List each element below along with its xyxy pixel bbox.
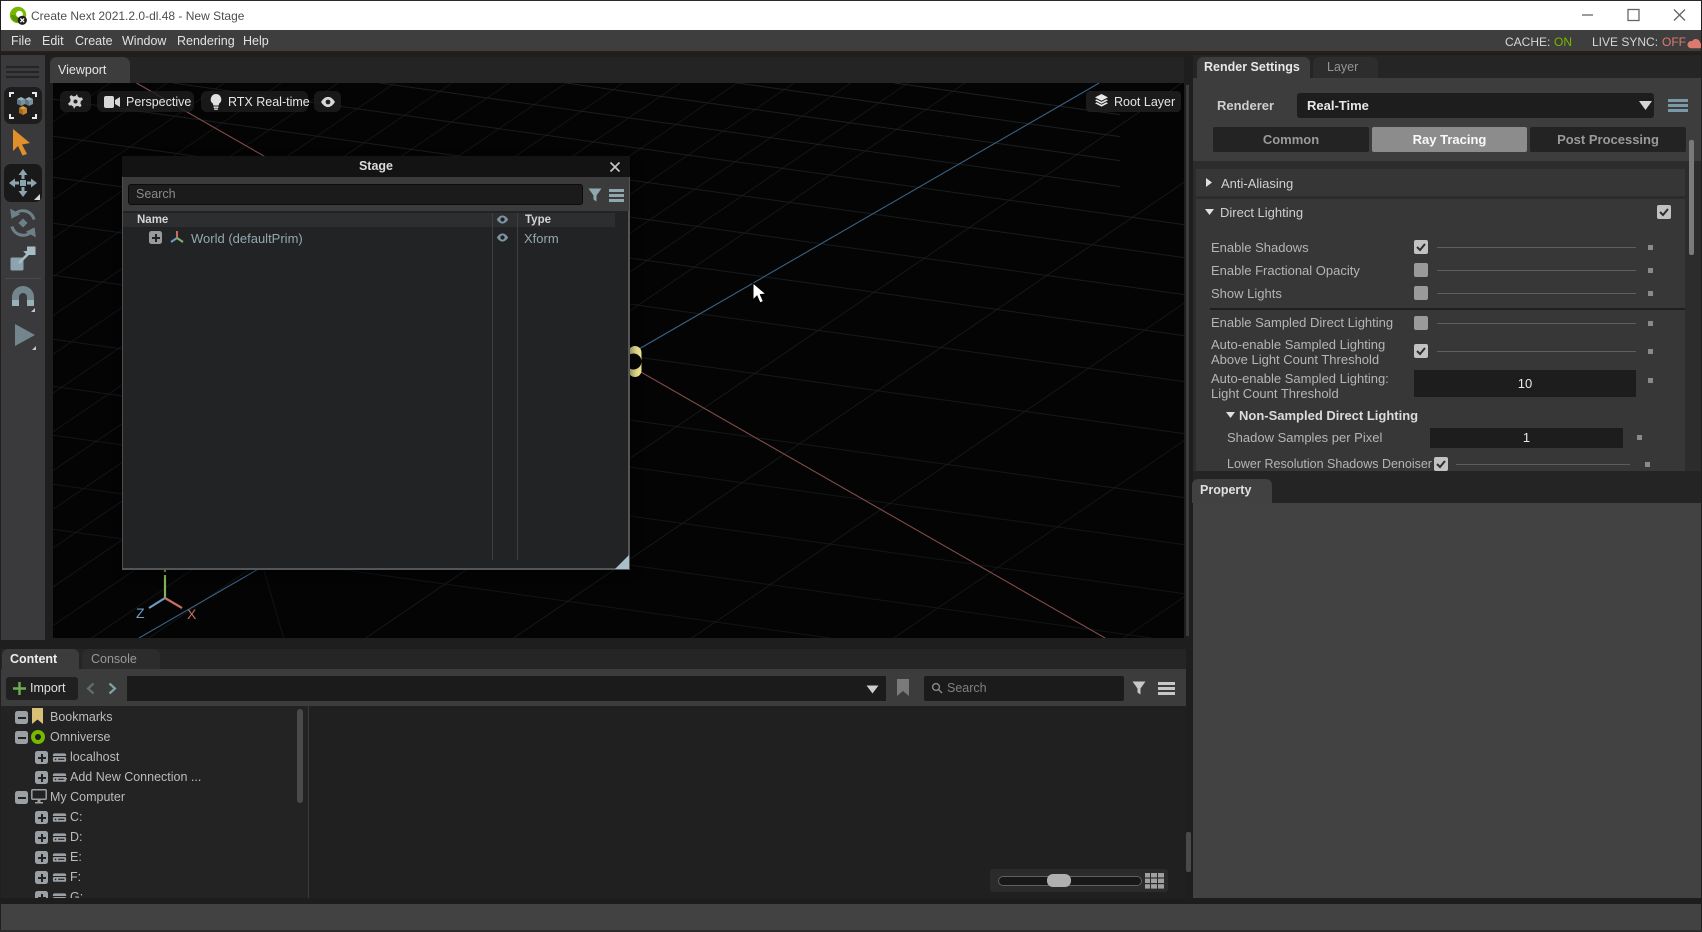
svg-text:X: X <box>187 606 197 622</box>
svg-text:Z: Z <box>136 605 145 621</box>
